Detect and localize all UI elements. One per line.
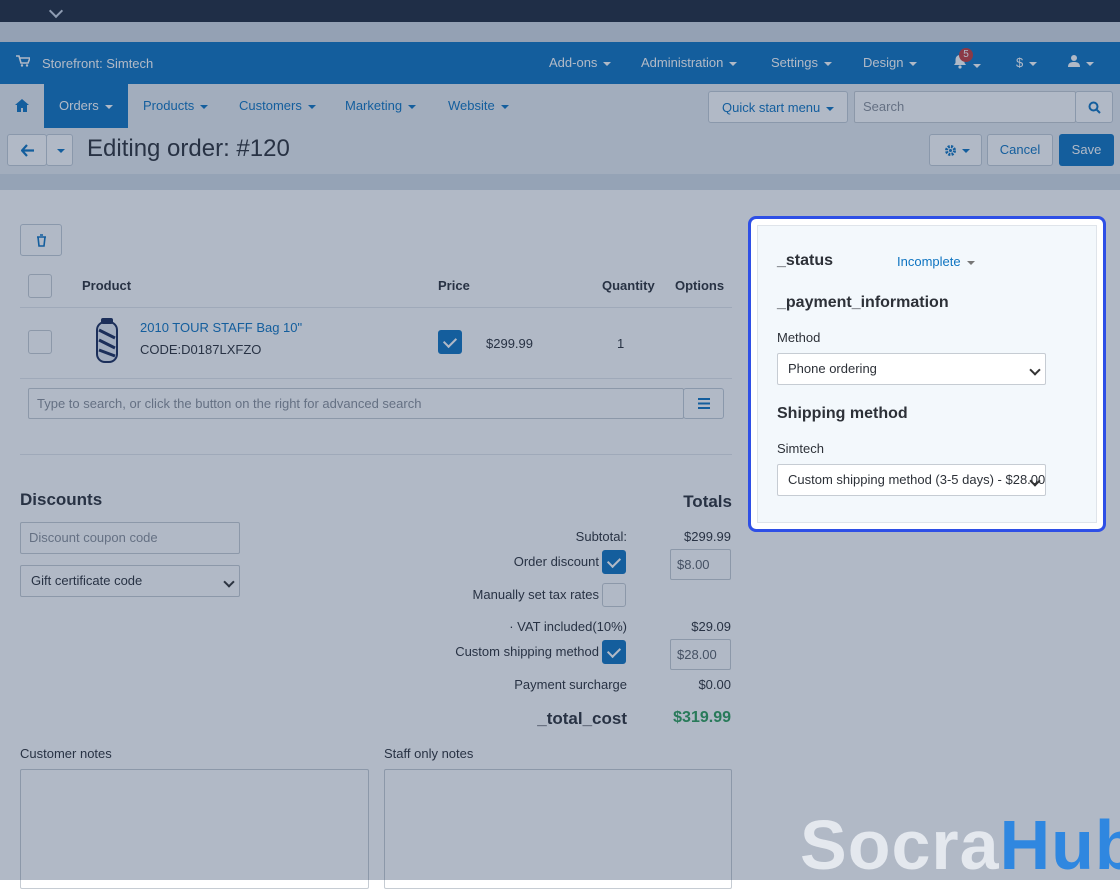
carrier-label: Simtech <box>777 441 824 456</box>
secondary-nav: Orders Products Customers Marketing Webs… <box>0 84 1120 129</box>
chevron-down-icon[interactable] <box>48 3 64 19</box>
column-price: Price <box>438 278 470 293</box>
payment-information-title: _payment_information <box>777 294 949 311</box>
home-icon[interactable] <box>15 99 29 115</box>
product-search-input[interactable]: Type to search, or click the button on t… <box>28 388 684 419</box>
payment-method-select[interactable]: Phone ordering <box>777 353 1046 385</box>
staff-notes-textarea[interactable] <box>384 769 732 889</box>
table-divider <box>20 378 732 379</box>
column-quantity: Quantity <box>602 278 655 293</box>
row-checkbox[interactable] <box>28 330 52 354</box>
page-title: Editing order: #120 <box>87 135 290 162</box>
method-label: Method <box>777 330 821 345</box>
order-discount-checkbox[interactable] <box>602 550 626 574</box>
table-divider <box>20 307 732 308</box>
status-dropdown[interactable]: Incomplete <box>897 254 975 269</box>
order-info-panel-body: _status Incomplete _payment_information … <box>757 225 1097 523</box>
list-icon <box>698 398 710 409</box>
order-discount-label: Order discount <box>513 554 599 569</box>
toolbar-shadow <box>0 174 1120 190</box>
totals-title: Totals <box>683 492 732 511</box>
advanced-search-button[interactable] <box>683 388 724 419</box>
payment-surcharge-label: Payment surcharge <box>514 677 627 692</box>
menu-design[interactable]: Design <box>863 55 918 70</box>
column-options: Options <box>675 278 725 293</box>
storefront-link[interactable]: Storefront: Simtech <box>42 56 153 71</box>
vat-label: · VAT included(10%) <box>509 619 627 634</box>
customer-notes-label: Customer notes <box>20 746 112 761</box>
user-menu[interactable] <box>1068 54 1094 70</box>
cancel-button[interactable]: Cancel <box>987 134 1053 166</box>
manual-tax-checkbox[interactable] <box>602 583 626 607</box>
search-input[interactable]: Search <box>854 91 1076 123</box>
notification-badge: 5 <box>959 48 973 62</box>
custom-shipping-input[interactable]: $28.00 <box>670 639 731 670</box>
menu-addons[interactable]: Add-ons <box>549 55 612 70</box>
select-all-checkbox[interactable] <box>28 274 52 298</box>
watermark-logo: SocraHub <box>800 806 1120 884</box>
discount-coupon-input[interactable]: Discount coupon code <box>20 522 240 554</box>
arrow-left-icon <box>21 144 34 157</box>
search-icon <box>1088 101 1101 114</box>
nav-products[interactable]: Products <box>143 98 209 113</box>
total-value: $319.99 <box>673 709 731 726</box>
discounts-title: Discounts <box>20 490 103 509</box>
shipping-method-title: Shipping method <box>777 405 908 422</box>
save-button[interactable]: Save <box>1059 134 1114 166</box>
nav-customers[interactable]: Customers <box>239 98 316 113</box>
product-price: $299.99 <box>486 336 533 351</box>
nav-website[interactable]: Website <box>448 98 509 113</box>
total-label: _total_cost <box>537 709 627 728</box>
back-button[interactable] <box>7 134 47 166</box>
order-info-panel: _status Incomplete _payment_information … <box>748 216 1106 532</box>
history-dropdown[interactable] <box>46 134 73 166</box>
delete-button[interactable] <box>20 224 62 256</box>
top-strip <box>0 0 1120 22</box>
menu-administration[interactable]: Administration <box>641 55 738 70</box>
gear-icon <box>945 145 956 156</box>
section-divider <box>20 454 732 455</box>
quick-start-button[interactable]: Quick start menu <box>708 91 848 123</box>
product-thumbnail <box>90 316 124 366</box>
order-discount-input[interactable]: $8.00 <box>670 549 731 580</box>
column-product: Product <box>82 278 132 293</box>
page-toolbar: Editing order: #120 Cancel Save <box>0 128 1120 175</box>
gift-certificate-select[interactable]: Gift certificate code <box>20 565 240 597</box>
product-name-link[interactable]: 2010 TOUR STAFF Bag 10" <box>140 320 302 335</box>
shipping-method-select[interactable]: Custom shipping method (3-5 days) - $28.… <box>777 464 1046 496</box>
user-icon <box>1068 55 1080 67</box>
main-header: Storefront: Simtech Add-ons Administrati… <box>0 42 1120 84</box>
payment-surcharge-value: $0.00 <box>698 677 731 692</box>
nav-orders[interactable]: Orders <box>44 84 128 128</box>
currency-menu[interactable]: $ <box>1016 55 1038 70</box>
product-code: CODE:D0187LXFZO <box>140 342 262 357</box>
nav-marketing[interactable]: Marketing <box>345 98 417 113</box>
search-button[interactable] <box>1075 91 1113 123</box>
custom-shipping-label: Custom shipping method <box>455 644 599 659</box>
spacer <box>0 22 1120 42</box>
status-label: _status <box>777 252 834 269</box>
vat-value: $29.09 <box>691 619 731 634</box>
staff-notes-label: Staff only notes <box>384 746 474 761</box>
subtotal-label: Subtotal: <box>575 529 627 544</box>
manual-tax-label: Manually set tax rates <box>472 587 599 602</box>
customer-notes-textarea[interactable] <box>20 769 369 889</box>
custom-shipping-checkbox[interactable] <box>602 640 626 664</box>
cart-icon <box>16 55 32 70</box>
trash-icon <box>37 234 46 247</box>
price-checkbox[interactable] <box>438 330 462 354</box>
menu-settings[interactable]: Settings <box>771 55 832 70</box>
product-quantity[interactable]: 1 <box>617 336 624 351</box>
settings-button[interactable] <box>929 134 982 166</box>
subtotal-value: $299.99 <box>684 529 731 544</box>
